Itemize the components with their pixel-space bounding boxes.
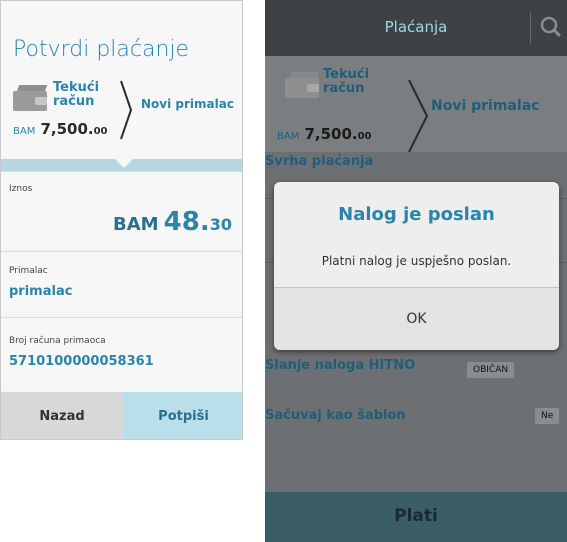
top-bar: Plaćanja <box>265 0 567 56</box>
back-button[interactable]: Nazad <box>1 392 123 439</box>
dialog-title: Nalog je poslan <box>338 204 495 225</box>
wallet-icon <box>285 72 321 98</box>
account-name: Tekući račun <box>323 68 369 96</box>
search-icon[interactable] <box>540 16 562 38</box>
account-number-value: 5710100000058361 <box>9 354 154 369</box>
success-dialog: Nalog je poslan Platni nalog je uspješno… <box>274 182 559 350</box>
wallet-icon <box>13 85 49 111</box>
account-name-line2: račun <box>323 81 365 96</box>
payee-label: Primalac <box>9 266 48 276</box>
notch-indicator <box>115 159 133 168</box>
account-number-section: Broj računa primaoca 5710100000058361 <box>1 317 242 391</box>
amount-decimal: 30 <box>209 215 232 234</box>
pay-button-label: Plati <box>394 506 438 526</box>
recipient-label: Novi primalac <box>431 98 540 114</box>
account-name-line1: Tekući <box>323 67 370 82</box>
account-name-line1: Tekući <box>53 80 100 95</box>
sign-button[interactable]: Potpiši <box>123 392 242 439</box>
recipient-label: Novi primalac <box>141 97 234 111</box>
balance-integer: 7,500. <box>40 120 94 138</box>
urgent-select[interactable]: OBIČAN <box>467 362 515 378</box>
urgent-label: Slanje naloga HITNO <box>265 358 416 373</box>
amount-value: BAM 48.30 <box>113 207 232 237</box>
account-number-label: Broj računa primaoca <box>9 336 106 346</box>
page-title: Potvrdi plaćanje <box>13 37 190 62</box>
account-balance: BAM 7,500.00 <box>277 124 372 143</box>
payments-screen: Plaćanja Tekući račun BAM 7,500.00 Novi … <box>265 0 567 542</box>
amount-currency: BAM <box>113 214 159 235</box>
balance-currency: BAM <box>277 131 300 142</box>
chevron-right-icon <box>120 80 133 140</box>
amount-section: Iznos BAM 48.30 <box>1 171 242 249</box>
amount-integer: 48. <box>163 207 210 237</box>
template-toggle[interactable]: Ne <box>535 408 560 424</box>
topbar-separator <box>530 12 531 44</box>
pay-button[interactable]: Plati <box>265 492 567 542</box>
dialog-message: Platni nalog je uspješno poslan. <box>321 254 512 268</box>
confirm-payment-screen: Potvrdi plaćanje Tekući račun BAM 7,500.… <box>0 0 243 440</box>
balance-currency: BAM <box>13 126 36 137</box>
payee-value: primalac <box>9 284 73 299</box>
account-card[interactable]: Tekući račun BAM 7,500.00 Novi primalac <box>265 56 567 152</box>
ok-button[interactable]: OK <box>274 288 559 350</box>
balance-decimal: 00 <box>357 131 372 142</box>
account-balance: BAM 7,500.00 <box>13 119 108 138</box>
account-name: Tekući račun <box>53 81 99 109</box>
template-label: Sačuvaj kao šablon <box>265 408 406 423</box>
amount-label: Iznos <box>9 184 33 194</box>
action-buttons: Nazad Potpiši <box>1 392 242 439</box>
balance-integer: 7,500. <box>304 125 358 143</box>
account-name-line2: račun <box>53 94 95 109</box>
purpose-label: Svrha plaćanja <box>265 154 374 169</box>
chevron-right-icon <box>408 80 429 152</box>
screen-title: Plaćanja <box>384 18 448 36</box>
balance-decimal: 00 <box>93 126 108 137</box>
payee-section: Primalac primalac <box>1 251 242 315</box>
confirm-header: Potvrdi plaćanje Tekući račun BAM 7,500.… <box>1 1 242 159</box>
